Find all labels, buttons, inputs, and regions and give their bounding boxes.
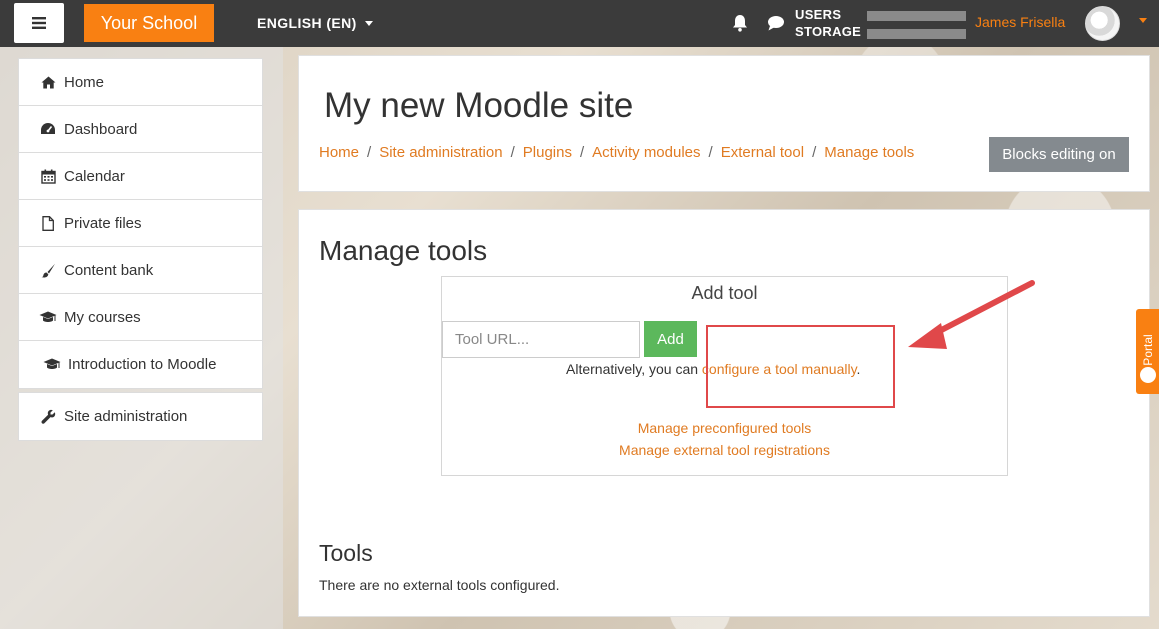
manage-external-tool-registrations-link[interactable]: Manage external tool registrations	[619, 442, 830, 458]
sidebar-item-label: Dashboard	[64, 120, 138, 138]
sidebar-item-label: Home	[64, 73, 105, 91]
sidebar-item-label: Introduction to Moodle	[68, 356, 217, 373]
sidebar-item-label: My courses	[64, 308, 141, 326]
chevron-down-icon	[364, 20, 373, 26]
notifications-bell-icon[interactable]	[732, 14, 748, 32]
calendar-icon	[39, 168, 57, 184]
sidebar-admin-nav: Site administration	[18, 392, 263, 441]
hamburger-icon	[32, 17, 46, 29]
manage-preconfigured-tools-link[interactable]: Manage preconfigured tools	[638, 420, 812, 436]
page-title: My new Moodle site	[324, 86, 634, 125]
breadcrumb-home[interactable]: Home	[319, 144, 359, 161]
manage-tools-heading: Manage tools	[319, 235, 488, 266]
sidebar-item-home[interactable]: Home	[19, 59, 262, 106]
sidebar-item-calendar[interactable]: Calendar	[19, 153, 262, 200]
language-label: ENGLISH (EN)	[257, 15, 357, 31]
tool-registrations-line: Manage external tool registrations	[442, 442, 1007, 458]
user-name[interactable]: James Frisella	[975, 14, 1065, 30]
storage-usage-label: STORAGE	[795, 24, 862, 39]
breadcrumb-manage-tools[interactable]: Manage tools	[824, 144, 914, 161]
breadcrumb-plugins[interactable]: Plugins	[523, 144, 572, 161]
breadcrumb-separator: /	[579, 144, 585, 161]
avatar[interactable]	[1085, 6, 1120, 41]
sidebar-item-private-files[interactable]: Private files	[19, 200, 262, 247]
breadcrumb-separator: /	[708, 144, 713, 161]
menu-toggle-button[interactable]	[14, 3, 64, 43]
add-tool-button[interactable]: Add	[644, 321, 697, 357]
file-icon	[39, 215, 57, 231]
portal-side-tab[interactable]: Portal	[1136, 309, 1159, 394]
breadcrumb-separator: /	[510, 144, 515, 161]
breadcrumb-external-tool[interactable]: External tool	[721, 144, 804, 161]
storage-usage-bar	[867, 29, 966, 39]
wrench-icon	[39, 409, 57, 425]
brand-logo[interactable]: Your School	[84, 4, 214, 42]
messages-chat-icon[interactable]	[767, 15, 785, 31]
paintbrush-icon	[39, 262, 57, 278]
graduation-cap-icon	[43, 357, 61, 373]
portal-label: Portal	[1141, 334, 1155, 366]
sidebar-item-content-bank[interactable]: Content bank	[19, 247, 262, 294]
breadcrumb-site-administration[interactable]: Site administration	[379, 144, 502, 161]
portal-logo-icon	[1140, 367, 1156, 383]
user-menu-chevron-down-icon[interactable]	[1139, 18, 1147, 23]
blocks-editing-button[interactable]: Blocks editing on	[989, 137, 1129, 172]
sidebar-item-dashboard[interactable]: Dashboard	[19, 106, 262, 153]
annotation-highlight-box	[706, 325, 895, 408]
breadcrumb: Home / Site administration / Plugins / A…	[319, 144, 914, 161]
top-navbar: Your School ENGLISH (EN) USERS STORAGE J…	[0, 0, 1159, 47]
tool-url-input[interactable]	[442, 321, 640, 358]
no-tools-message: There are no external tools configured.	[319, 577, 560, 593]
sidebar-item-site-administration[interactable]: Site administration	[19, 393, 262, 440]
sidebar-item-label: Private files	[64, 214, 142, 232]
sidebar-nav: Home Dashboard Calendar Private files Co…	[18, 58, 263, 389]
preconfigured-tools-line: Manage preconfigured tools	[442, 420, 1007, 436]
sidebar-item-label: Site administration	[64, 408, 188, 425]
usage-labels: USERS STORAGE	[795, 6, 861, 40]
users-usage-label: USERS	[795, 7, 842, 22]
graduation-cap-icon	[39, 309, 57, 325]
alternatively-text: Alternatively, you can	[566, 361, 699, 377]
page-header: My new Moodle site Home / Site administr…	[298, 55, 1150, 192]
dashboard-icon	[39, 121, 57, 137]
language-menu[interactable]: ENGLISH (EN)	[257, 15, 373, 31]
home-icon	[39, 74, 57, 90]
annotation-arrow-icon	[908, 280, 1035, 349]
sidebar-item-introduction-to-moodle[interactable]: Introduction to Moodle	[19, 341, 262, 388]
users-usage-bar	[867, 11, 966, 21]
breadcrumb-activity-modules[interactable]: Activity modules	[592, 144, 700, 161]
sidebar-item-my-courses[interactable]: My courses	[19, 294, 262, 341]
tools-heading: Tools	[319, 540, 373, 566]
sidebar-item-label: Content bank	[64, 261, 154, 279]
sidebar-item-label: Calendar	[64, 167, 125, 185]
breadcrumb-separator: /	[367, 144, 372, 161]
breadcrumb-separator: /	[812, 144, 817, 161]
